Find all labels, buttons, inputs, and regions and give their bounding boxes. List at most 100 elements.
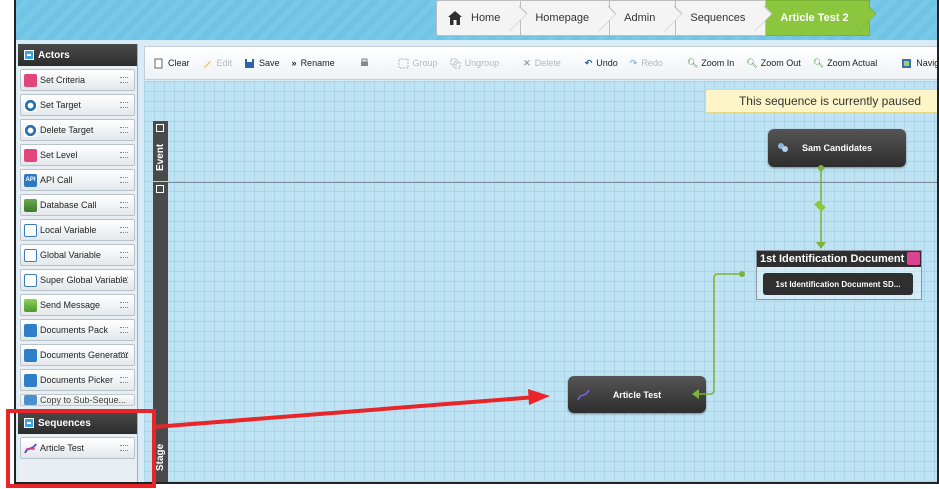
sequence-article-test[interactable]: Article Test [20, 437, 135, 459]
group-header[interactable]: 1st Identification Document ... [757, 251, 921, 267]
drag-handle-icon[interactable] [120, 177, 128, 183]
redo-label: Redo [641, 58, 663, 68]
actor-set-criteria[interactable]: Set Criteria [20, 69, 135, 91]
drag-handle-icon[interactable] [120, 252, 128, 258]
delete-icon: ✕ [523, 57, 531, 68]
breadcrumb-sequences[interactable]: Sequences [676, 0, 767, 36]
drag-handle-icon[interactable] [120, 302, 128, 308]
drag-handle-icon[interactable] [120, 77, 128, 83]
stage-lane-header[interactable]: Stage [153, 182, 168, 482]
target-icon [24, 98, 37, 112]
super-global-variable-icon [24, 273, 37, 287]
breadcrumb-home-label: Home [471, 12, 501, 24]
group-button[interactable]: Group [398, 58, 438, 69]
drag-handle-icon[interactable] [120, 102, 128, 108]
actor-label: API Call [40, 175, 73, 185]
drag-handle-icon[interactable] [120, 227, 128, 233]
print-button[interactable] [359, 58, 374, 69]
copy-icon [24, 395, 37, 405]
actor-set-level[interactable]: Set Level [20, 144, 135, 166]
zoom-in-button[interactable]: 🔍︎ Zoom In [687, 58, 734, 69]
undo-icon: ↶ [584, 57, 593, 68]
drag-handle-icon[interactable] [120, 202, 128, 208]
actor-database-call[interactable]: Database Call [20, 194, 135, 216]
save-button[interactable]: Save [244, 58, 280, 69]
zoom-in-label: Zoom In [701, 58, 735, 68]
actor-send-message[interactable]: Send Message [20, 294, 135, 316]
drag-handle-icon[interactable] [120, 377, 128, 383]
zoom-out-button[interactable]: 🔍︎ Zoom Out [746, 58, 800, 69]
level-icon [24, 148, 37, 162]
actors-section-header[interactable]: Actors [18, 44, 137, 66]
sequences-section-header[interactable]: Sequences [18, 412, 137, 434]
home-icon [448, 11, 462, 25]
redo-button[interactable]: ↷ Redo [630, 58, 663, 69]
actor-documents-picker[interactable]: Documents Picker [20, 369, 135, 391]
rename-label: Rename [300, 58, 335, 68]
send-message-icon [24, 298, 37, 312]
undo-button[interactable]: ↶ Undo [585, 58, 618, 69]
save-icon [245, 58, 255, 68]
zoom-actual-button[interactable]: 🔍︎ Zoom Actual [813, 58, 877, 69]
actors-panel: Actors Set Criteria Set Target Delete Ta… [18, 44, 138, 482]
zoom-actual-label: Zoom Actual [827, 58, 878, 68]
actor-super-global-variable[interactable]: Super Global Variable [20, 269, 135, 291]
node-label: Article Test [612, 389, 662, 400]
drag-handle-icon[interactable] [120, 277, 128, 283]
actor-documents-generator[interactable]: Documents Generator [20, 344, 135, 366]
breadcrumb-admin[interactable]: Admin [610, 0, 677, 36]
actor-documents-pack[interactable]: Documents Pack [20, 319, 135, 341]
collapse-icon[interactable] [24, 50, 34, 60]
sequence-canvas[interactable]: This sequence is currently paused Event … [144, 81, 937, 482]
actor-label: Set Target [40, 100, 81, 110]
lane-collapse-icon[interactable] [156, 185, 164, 193]
node-identification-document[interactable]: 1st Identification Document SD... [763, 273, 913, 295]
breadcrumb: Home Homepage Admin Sequences Article Te… [436, 0, 870, 36]
node-label: Sam Candidates [801, 143, 873, 153]
drag-handle-icon[interactable] [120, 127, 128, 133]
breadcrumb-homepage[interactable]: Homepage [521, 0, 611, 36]
actor-label: Copy to Sub-Seque... [40, 395, 127, 405]
collapse-icon[interactable] [24, 418, 34, 428]
actor-label: Set Criteria [40, 75, 86, 85]
documents-picker-icon [24, 373, 37, 387]
drag-handle-icon[interactable] [120, 445, 128, 451]
actor-local-variable[interactable]: Local Variable [20, 219, 135, 241]
drag-handle-icon[interactable] [120, 352, 128, 358]
actor-label: Super Global Variable [40, 275, 128, 285]
delete-label: Delete [534, 58, 561, 68]
breadcrumb-current-label: Article Test 2 [780, 12, 849, 24]
zoom-out-label: Zoom Out [760, 58, 801, 68]
group-icon [398, 58, 409, 68]
node-identification-group[interactable]: 1st Identification Document ... 1st Iden… [756, 250, 922, 300]
navigate-button[interactable]: Naviga [901, 58, 937, 69]
actor-set-target[interactable]: Set Target [20, 94, 135, 116]
actor-label: Documents Pack [40, 325, 109, 335]
delete-button[interactable]: ✕ Delete [523, 58, 561, 69]
new-page-icon [154, 58, 163, 68]
edit-button[interactable]: Edit [202, 58, 232, 69]
breadcrumb-home[interactable]: Home [436, 0, 522, 36]
actor-copy-to-sub-sequence[interactable]: Copy to Sub-Seque... [20, 394, 135, 406]
zoom-out-icon: 🔍︎ [746, 57, 758, 68]
clear-button[interactable]: Clear [153, 58, 190, 69]
sequence-label: Article Test [40, 443, 84, 453]
group-title: 1st Identification Document ... [760, 253, 917, 265]
rename-icon: » [291, 58, 297, 68]
node-sam-candidates[interactable]: Sam Candidates [768, 129, 906, 167]
drag-handle-icon[interactable] [120, 327, 128, 333]
rename-button[interactable]: » Rename [292, 58, 335, 68]
actor-api-call[interactable]: API API Call [20, 169, 135, 191]
actor-label: Documents Picker [40, 375, 114, 385]
zoom-in-icon: 🔍︎ [686, 57, 699, 68]
lane-collapse-icon[interactable] [156, 124, 164, 132]
actor-global-variable[interactable]: Global Variable [20, 244, 135, 266]
actor-label: Set Level [40, 150, 78, 160]
actor-delete-target[interactable]: Delete Target [20, 119, 135, 141]
delete-target-icon [24, 123, 37, 137]
event-lane-header[interactable]: Event [153, 121, 168, 181]
ungroup-button[interactable]: Ungroup [450, 58, 499, 69]
node-article-test[interactable]: Article Test [568, 376, 706, 413]
breadcrumb-current[interactable]: Article Test 2 [766, 0, 870, 36]
drag-handle-icon[interactable] [120, 152, 128, 158]
